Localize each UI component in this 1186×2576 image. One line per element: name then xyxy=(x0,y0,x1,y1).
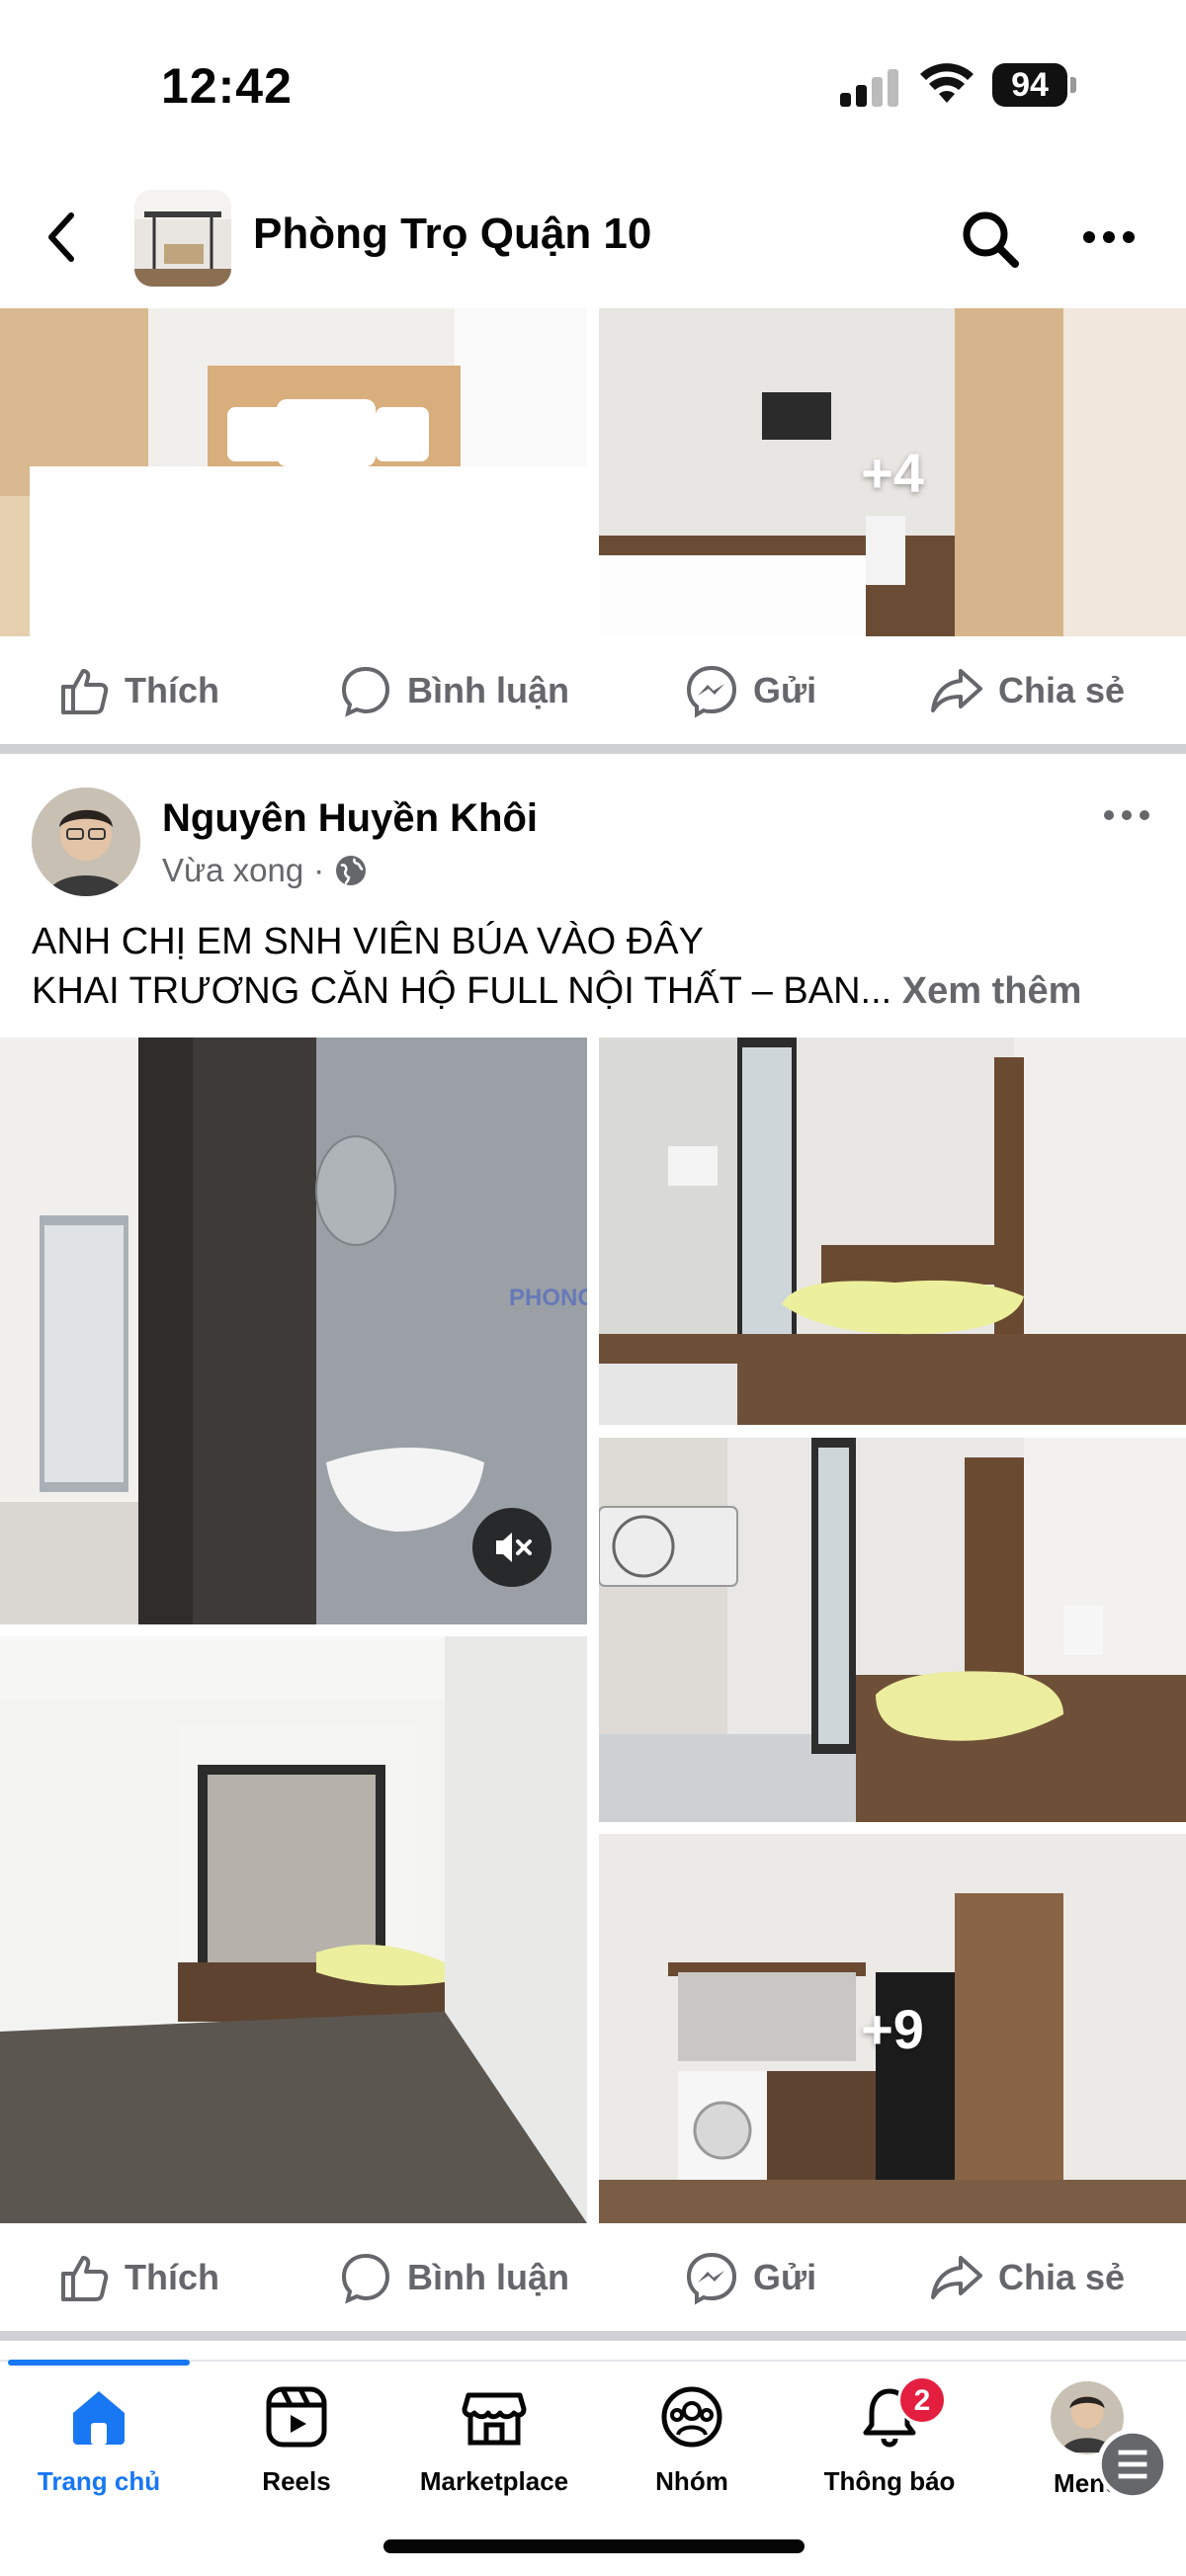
tab-marketplace[interactable]: Marketplace xyxy=(395,2381,593,2520)
thumbs-up-icon xyxy=(61,669,109,714)
status-bar: 12:42 94 xyxy=(0,0,1186,148)
comment-icon xyxy=(341,666,390,717)
battery-icon: 94 xyxy=(992,63,1067,107)
send-button[interactable]: Gửi xyxy=(684,637,816,744)
groups-icon xyxy=(661,2386,722,2448)
messenger-icon xyxy=(686,2252,737,2305)
more-dots-icon xyxy=(1097,800,1156,830)
see-more-link[interactable]: Xem thêm xyxy=(902,970,1082,1012)
watermark: PHONGTRO123 xyxy=(509,1285,587,1311)
tab-reels-label: Reels xyxy=(262,2466,331,2496)
like-label: Thích xyxy=(125,670,219,710)
group-avatar[interactable] xyxy=(134,190,231,287)
reels-icon xyxy=(266,2386,327,2448)
menu-lines-icon xyxy=(1097,2429,1168,2500)
search-button[interactable] xyxy=(959,208,1022,271)
messenger-icon xyxy=(686,665,737,718)
more-photos-count: +9 xyxy=(861,1997,924,2060)
share-icon xyxy=(931,669,982,712)
share-button[interactable]: Chia sẻ xyxy=(929,2224,1125,2331)
thumbs-up-icon xyxy=(61,2256,109,2301)
active-tab-indicator xyxy=(8,2360,190,2366)
share-label: Chia sẻ xyxy=(998,670,1126,710)
post-meta: Vừa xong · xyxy=(162,852,368,889)
tab-home-label: Trang chủ xyxy=(37,2466,161,2496)
tab-groups-label: Nhóm xyxy=(655,2466,728,2496)
author-avatar[interactable] xyxy=(32,788,140,896)
globe-icon xyxy=(336,856,367,885)
comment-button[interactable]: Bình luận xyxy=(338,2224,569,2331)
like-button[interactable]: Thích xyxy=(55,637,219,744)
tab-marketplace-label: Marketplace xyxy=(419,2466,569,2496)
send-label: Gửi xyxy=(753,2257,817,2297)
post-photo[interactable] xyxy=(0,1636,587,2223)
cellular-signal-icon xyxy=(840,67,899,107)
speaker-muted-icon xyxy=(496,1533,532,1562)
post-text-truncated: KHAI TRƯƠNG CĂN HỘ FULL NỘI THẤT – BAN..… xyxy=(32,970,892,1012)
home-indicator[interactable] xyxy=(383,2539,805,2553)
post-video[interactable]: PHONGTRO123 xyxy=(0,1038,587,1624)
tab-reels[interactable]: Reels xyxy=(198,2381,395,2520)
wifi-icon xyxy=(920,63,974,103)
more-dots-icon xyxy=(1077,217,1141,257)
post-action-bar: Thích Bình luận Gửi Chia sẻ xyxy=(0,2224,1186,2331)
share-button[interactable]: Chia sẻ xyxy=(929,637,1125,744)
share-label: Chia sẻ xyxy=(998,2257,1126,2297)
post-time[interactable]: Vừa xong xyxy=(162,852,303,889)
comment-label: Bình luận xyxy=(407,2257,569,2297)
chevron-left-icon xyxy=(48,212,74,262)
post-photo[interactable]: +4 xyxy=(599,308,1186,636)
post-photo[interactable] xyxy=(599,1438,1186,1822)
send-button[interactable]: Gửi xyxy=(684,2224,816,2331)
home-icon xyxy=(73,2391,125,2445)
post-divider xyxy=(0,2331,1186,2341)
author-name[interactable]: Nguyên Huyền Khôi xyxy=(162,796,538,841)
group-title[interactable]: Phòng Trọ Quận 10 xyxy=(253,209,651,259)
comment-label: Bình luận xyxy=(407,670,569,710)
more-photos-count: +4 xyxy=(861,441,924,504)
post-text-line: ANH CHỊ EM SNH VIÊN BÚA VÀO ĐÂY xyxy=(32,921,704,962)
more-options-button[interactable] xyxy=(1077,217,1141,257)
post-photo[interactable]: +9 xyxy=(599,1834,1186,2223)
post-divider xyxy=(0,744,1186,754)
mute-button[interactable] xyxy=(472,1508,551,1587)
post-photo[interactable] xyxy=(599,1038,1186,1425)
post-body: ANH CHỊ EM SNH VIÊN BÚA VÀO ĐÂY KHAI TRƯ… xyxy=(32,917,1081,1016)
tab-notifications-label: Thông báo xyxy=(823,2466,956,2496)
search-icon xyxy=(963,211,1019,268)
tab-notifications[interactable]: 2 Thông báo xyxy=(791,2375,988,2520)
post-action-bar: Thích Bình luận Gửi Chia sẻ xyxy=(0,637,1186,744)
share-icon xyxy=(931,2256,982,2299)
post-photo[interactable] xyxy=(0,308,587,636)
like-button[interactable]: Thích xyxy=(55,2224,219,2331)
comment-icon xyxy=(341,2253,390,2304)
meta-separator: · xyxy=(313,852,325,888)
send-label: Gửi xyxy=(753,670,817,710)
group-header: Phòng Trọ Quận 10 xyxy=(0,178,1186,296)
marketplace-icon xyxy=(462,2392,527,2446)
clock: 12:42 xyxy=(161,58,293,114)
like-label: Thích xyxy=(125,2257,219,2297)
comment-button[interactable]: Bình luận xyxy=(338,637,569,744)
tab-home[interactable]: Trang chủ xyxy=(0,2381,198,2520)
battery-cap xyxy=(1070,77,1076,93)
tab-groups[interactable]: Nhóm xyxy=(593,2381,791,2520)
post-text-line-2: KHAI TRƯƠNG CĂN HỘ FULL NỘI THẤT – BAN..… xyxy=(32,966,1081,1016)
tab-menu[interactable]: Menu xyxy=(988,2381,1186,2520)
post-options-button[interactable] xyxy=(1097,800,1156,830)
back-button[interactable] xyxy=(40,208,89,267)
notification-badge: 2 xyxy=(897,2375,947,2425)
